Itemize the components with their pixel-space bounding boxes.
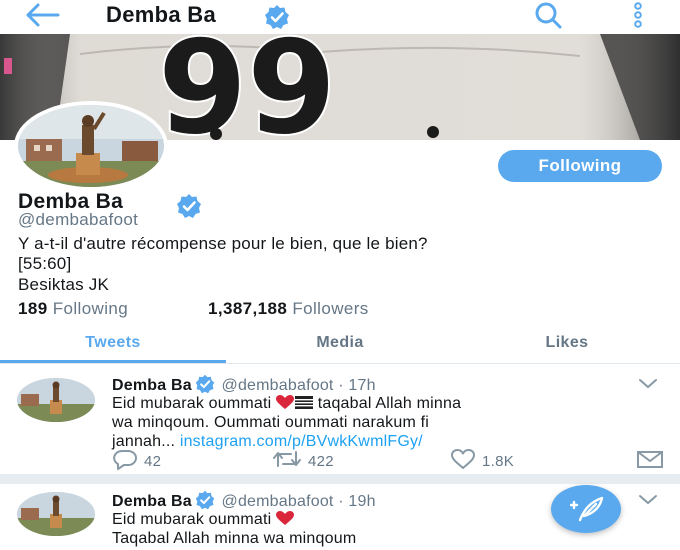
- tweet-header: Demba Ba @dembabafoot · 17h: [112, 374, 376, 395]
- retweet-button[interactable]: 422: [272, 448, 334, 470]
- bio-line: [55:60]: [18, 254, 72, 273]
- top-app-bar: Demba Ba: [0, 0, 680, 34]
- retweet-count: 422: [308, 453, 334, 470]
- tweet-time: · 19h: [338, 493, 376, 510]
- verified-badge-icon: [177, 194, 201, 218]
- tab-likes[interactable]: Likes: [454, 332, 680, 364]
- chevron-down-icon[interactable]: [638, 494, 658, 506]
- following-label: Following: [52, 299, 129, 318]
- tweet-time: · 17h: [338, 377, 376, 394]
- red-heart-emoji-icon: [276, 395, 295, 409]
- heart-outline-icon: [451, 449, 475, 469]
- verified-badge-icon: [265, 5, 289, 29]
- following-button[interactable]: Following: [498, 150, 662, 182]
- following-count-link[interactable]: 189 Following: [18, 299, 128, 319]
- compose-tweet-icon: [570, 496, 604, 522]
- like-button[interactable]: 1.8K: [450, 448, 514, 470]
- tweet-author-name[interactable]: Demba Ba: [112, 377, 192, 394]
- reply-button[interactable]: 42: [112, 448, 161, 470]
- tweet-header: Demba Ba @dembabafoot · 19h: [112, 490, 376, 511]
- tweet-card[interactable]: Demba Ba @dembabafoot · 17h Eid mubarak …: [0, 366, 680, 474]
- verified-badge-icon: [195, 374, 215, 394]
- verified-badge-icon: [195, 490, 215, 510]
- tweet-divider: [0, 474, 680, 484]
- reply-count: 42: [144, 453, 162, 470]
- followers-label: Followers: [292, 299, 369, 318]
- bio-line: Y a-t-il d'autre récompense pour le bien…: [18, 234, 428, 253]
- profile-avatar[interactable]: [14, 101, 168, 191]
- tweet-handle: @dembabafoot: [221, 377, 334, 394]
- jersey-number: 99: [158, 34, 336, 140]
- active-tab-indicator: [0, 360, 226, 363]
- profile-handle: @dembabafoot: [18, 210, 139, 229]
- tweet-author-name[interactable]: Demba Ba: [112, 493, 192, 510]
- header-title: Demba Ba: [106, 2, 216, 27]
- tweet-text: Eid mubarak oummati taqabal Allah minna …: [112, 394, 672, 451]
- share-dm-button[interactable]: [636, 448, 670, 470]
- tweet-text-segment: taqabal Allah minna: [313, 395, 462, 412]
- followers-count-link[interactable]: 1,387,188 Followers: [208, 299, 369, 319]
- tweet-text-segment: Eid mubarak oummati: [112, 395, 277, 412]
- envelope-icon: [637, 451, 663, 468]
- following-count: 189: [18, 299, 48, 318]
- tab-media[interactable]: Media: [226, 332, 454, 364]
- search-icon[interactable]: [529, 1, 569, 29]
- retweet-icon: [273, 451, 301, 467]
- profile-bio: Y a-t-il d'autre récompense pour le bien…: [18, 234, 658, 274]
- like-count: 1.8K: [482, 453, 515, 470]
- more-vertical-icon[interactable]: [630, 2, 646, 28]
- tweet-avatar[interactable]: [17, 378, 95, 422]
- tweet-handle: @dembabafoot: [221, 493, 334, 510]
- back-arrow-icon[interactable]: [22, 2, 62, 28]
- tweet-actions: 42 422 1.8K: [112, 448, 672, 470]
- reply-icon: [113, 450, 137, 470]
- flag-emoji-icon: [295, 396, 314, 409]
- followers-count: 1,387,188: [208, 299, 288, 318]
- profile-tabs: Tweets Media Likes: [0, 332, 680, 364]
- compose-tweet-button[interactable]: [551, 485, 621, 533]
- tweet-text-line: wa minqoum. Oummati oummati narakum fi: [112, 414, 430, 431]
- tweet-text-segment: Eid mubarak oummati: [112, 511, 277, 528]
- chevron-down-icon[interactable]: [638, 378, 658, 390]
- profile-location: Besiktas JK: [18, 275, 110, 294]
- red-heart-emoji-icon: [276, 511, 295, 525]
- tweet-avatar[interactable]: [17, 492, 95, 536]
